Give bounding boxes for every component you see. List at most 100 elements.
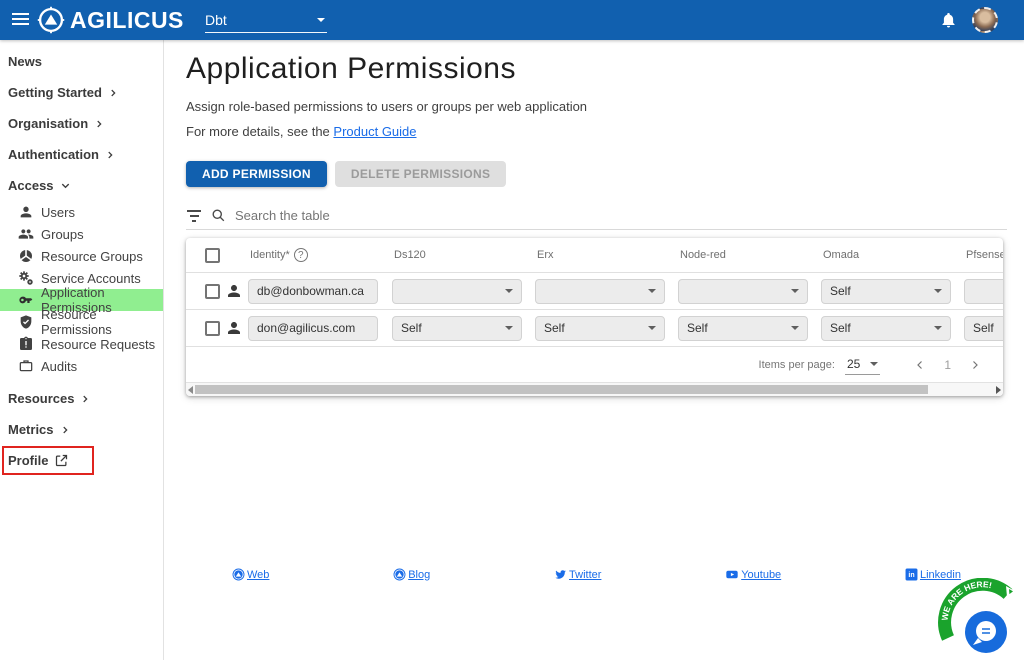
sidebar-item-profile[interactable]: Profile bbox=[0, 445, 163, 476]
footer-link-web[interactable]: Web bbox=[232, 568, 269, 581]
twitter-icon bbox=[554, 568, 567, 581]
pagination-row: Items per page: 25 1 bbox=[186, 346, 1003, 382]
caret-down-icon bbox=[934, 326, 942, 330]
footer-links: Web Blog Twitter Youtube in Linkedin bbox=[186, 568, 1007, 581]
chevron-right-icon bbox=[80, 394, 90, 404]
gears-icon bbox=[18, 270, 34, 286]
items-per-page-label: Items per page: bbox=[759, 359, 835, 371]
linkedin-icon: in bbox=[905, 568, 918, 581]
table-header-row: Identity* Ds120 Erx Node-red Omada Pfsen… bbox=[186, 238, 1003, 272]
chevron-right-icon bbox=[60, 425, 70, 435]
role-select-pfsense-web[interactable] bbox=[964, 279, 1003, 304]
next-page-button[interactable] bbox=[961, 359, 989, 371]
table-search bbox=[186, 202, 1007, 230]
scrollbar-thumb[interactable] bbox=[195, 385, 928, 394]
agilicus-icon bbox=[232, 568, 245, 581]
clipboard-alert-icon bbox=[18, 336, 34, 352]
sidebar-item-authentication[interactable]: Authentication bbox=[0, 139, 163, 170]
avatar[interactable] bbox=[972, 7, 998, 33]
sidebar-item-resource-groups[interactable]: Resource Groups bbox=[0, 245, 163, 267]
page-title: Application Permissions bbox=[186, 52, 516, 86]
youtube-icon bbox=[725, 568, 739, 581]
sidebar: News Getting Started Organisation Authen… bbox=[0, 40, 164, 660]
caret-down-icon bbox=[317, 18, 325, 22]
sidebar-item-resource-requests[interactable]: Resource Requests bbox=[0, 333, 163, 355]
caret-down-icon bbox=[505, 326, 513, 330]
role-select-erx[interactable]: Self bbox=[535, 316, 665, 341]
page-details: For more details, see the Product Guide bbox=[186, 124, 417, 139]
topbar: AGILICUS Dbt bbox=[0, 0, 1024, 40]
sidebar-item-resource-permissions[interactable]: Resource Permissions bbox=[0, 311, 163, 333]
row-checkbox[interactable] bbox=[205, 284, 220, 299]
person-icon bbox=[225, 319, 243, 337]
sidebar-item-users[interactable]: Users bbox=[0, 201, 163, 223]
caret-down-icon bbox=[870, 362, 878, 366]
items-per-page-select[interactable]: 25 bbox=[845, 354, 880, 375]
table-row: db@donbowman.ca Self bbox=[186, 272, 1003, 309]
person-icon bbox=[18, 204, 34, 220]
external-link-icon bbox=[54, 453, 69, 468]
chevron-right-icon bbox=[108, 88, 118, 98]
people-icon bbox=[18, 226, 34, 242]
role-select-ds120[interactable] bbox=[392, 279, 522, 304]
sidebar-item-organisation[interactable]: Organisation bbox=[0, 108, 163, 139]
sidebar-item-metrics[interactable]: Metrics bbox=[0, 414, 163, 445]
search-icon bbox=[211, 208, 226, 223]
person-icon bbox=[225, 282, 243, 300]
sidebar-item-access[interactable]: Access bbox=[0, 170, 163, 201]
org-selector[interactable]: Dbt bbox=[205, 7, 327, 33]
shield-check-icon bbox=[18, 314, 34, 330]
filter-icon[interactable] bbox=[186, 210, 202, 222]
identity-field[interactable]: db@donbowman.ca bbox=[248, 279, 378, 304]
chevron-right-icon bbox=[105, 150, 115, 160]
scroll-right-icon[interactable] bbox=[996, 386, 1001, 394]
footer-link-blog[interactable]: Blog bbox=[393, 568, 430, 581]
page-number: 1 bbox=[934, 358, 961, 372]
delete-permissions-button[interactable]: DELETE PERMISSIONS bbox=[335, 161, 506, 187]
select-all-checkbox[interactable] bbox=[205, 248, 220, 263]
sidebar-item-audits[interactable]: Audits bbox=[0, 355, 163, 377]
horizontal-scrollbar[interactable] bbox=[186, 382, 1003, 396]
key-icon bbox=[18, 292, 34, 308]
page-subtitle: Assign role-based permissions to users o… bbox=[186, 99, 587, 114]
role-select-ds120[interactable]: Self bbox=[392, 316, 522, 341]
col-node-red: Node-red bbox=[680, 249, 726, 261]
hamburger-icon[interactable] bbox=[12, 13, 29, 26]
sidebar-item-news[interactable]: News bbox=[0, 46, 163, 77]
main-content: Application Permissions Assign role-base… bbox=[165, 40, 1024, 660]
chat-widget[interactable]: WE ARE HERE! bbox=[936, 578, 1020, 658]
col-identity: Identity* bbox=[250, 249, 290, 261]
help-icon[interactable] bbox=[294, 248, 308, 262]
svg-text:in: in bbox=[908, 572, 914, 579]
chevron-down-icon bbox=[60, 180, 71, 191]
footer-link-twitter[interactable]: Twitter bbox=[554, 568, 601, 581]
sidebar-item-resources[interactable]: Resources bbox=[0, 383, 163, 414]
caret-down-icon bbox=[791, 326, 799, 330]
agilicus-icon bbox=[393, 568, 406, 581]
product-guide-link[interactable]: Product Guide bbox=[333, 124, 416, 139]
sidebar-item-getting-started[interactable]: Getting Started bbox=[0, 77, 163, 108]
org-selector-value: Dbt bbox=[205, 12, 227, 28]
role-select-erx[interactable] bbox=[535, 279, 665, 304]
action-buttons: ADD PERMISSION DELETE PERMISSIONS bbox=[186, 161, 506, 187]
caret-down-icon bbox=[934, 289, 942, 293]
role-select-omada[interactable]: Self bbox=[821, 316, 951, 341]
bell-icon[interactable] bbox=[940, 11, 957, 29]
role-select-node-red[interactable]: Self bbox=[678, 316, 808, 341]
row-checkbox[interactable] bbox=[205, 321, 220, 336]
col-omada: Omada bbox=[823, 249, 859, 261]
scroll-left-icon[interactable] bbox=[188, 386, 193, 394]
caret-down-icon bbox=[648, 326, 656, 330]
role-select-node-red[interactable] bbox=[678, 279, 808, 304]
footer-link-youtube[interactable]: Youtube bbox=[725, 568, 781, 581]
col-ds120: Ds120 bbox=[394, 249, 426, 261]
prev-page-button[interactable] bbox=[906, 359, 934, 371]
search-input[interactable] bbox=[235, 208, 1007, 223]
add-permission-button[interactable]: ADD PERMISSION bbox=[186, 161, 327, 187]
col-pfsense-web: Pfsense-web bbox=[966, 249, 1003, 261]
role-select-pfsense-web[interactable]: Self bbox=[964, 316, 1003, 341]
permissions-table: Identity* Ds120 Erx Node-red Omada Pfsen… bbox=[186, 238, 1003, 396]
role-select-omada[interactable]: Self bbox=[821, 279, 951, 304]
sidebar-item-groups[interactable]: Groups bbox=[0, 223, 163, 245]
identity-field[interactable]: don@agilicus.com bbox=[248, 316, 378, 341]
